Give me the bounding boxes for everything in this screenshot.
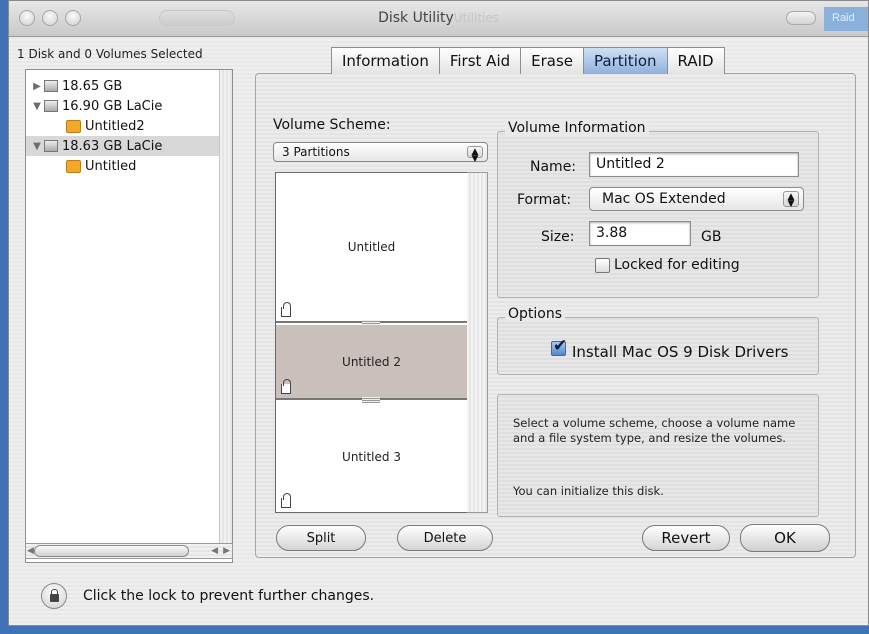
partition-lock-icon[interactable] [281, 302, 291, 317]
disk-row[interactable]: ▼ 16.90 GB LaCie [32, 96, 162, 116]
size-label: Size: [541, 229, 575, 245]
volume-scheme-popup[interactable]: 3 Partitions ▲ ▼ [273, 142, 488, 164]
volume-icon [66, 119, 81, 133]
lock-icon[interactable] [41, 583, 67, 609]
volume-scheme-value: 3 Partitions [282, 145, 350, 159]
window-title: Disk UtilityUtilities [378, 10, 499, 26]
hard-disk-icon [44, 140, 58, 152]
tab-partition[interactable]: Partition [583, 47, 668, 74]
volume-information-title: Volume Information [505, 120, 649, 136]
disk-row-selected[interactable]: ▼ 18.63 GB LaCie [26, 136, 221, 156]
disclosure-down-icon[interactable]: ▼ [32, 141, 42, 152]
help-status-text: You can initialize this disk. [513, 484, 664, 498]
install-drivers-label: Install Mac OS 9 Disk Drivers [572, 343, 789, 361]
disk-label: 18.63 GB LaCie [62, 138, 163, 154]
partition-lock-icon[interactable] [281, 379, 291, 394]
locked-for-editing-label: Locked for editing [614, 257, 740, 273]
tab-raid[interactable]: RAID [666, 47, 725, 74]
tab-information[interactable]: Information [331, 47, 440, 74]
tab-bar: Information First Aid Erase Partition RA… [331, 47, 725, 74]
volume-scheme-label: Volume Scheme: [273, 117, 391, 133]
partition-block[interactable]: Untitled 3 [276, 402, 467, 512]
partition-name: Untitled 3 [342, 450, 401, 464]
volume-row[interactable]: Untitled2 [66, 116, 145, 136]
tab-erase[interactable]: Erase [520, 47, 585, 74]
title-bar[interactable]: Disk UtilityUtilities Raid [9, 1, 868, 37]
size-field[interactable]: 3.88 [589, 221, 691, 246]
scroll-left-arrow-icon[interactable]: ◀ [211, 545, 218, 556]
scroll-thumb[interactable] [34, 545, 189, 557]
partition-name: Untitled [347, 240, 396, 254]
selection-summary: 1 Disk and 0 Volumes Selected [17, 47, 203, 61]
help-text: Select a volume scheme, choose a volume … [513, 416, 796, 445]
volume-icon [66, 159, 81, 173]
locked-for-editing-checkbox[interactable] [595, 258, 610, 273]
partition-map-scrollbar[interactable] [467, 172, 488, 513]
size-unit-label: GB [701, 229, 722, 245]
hard-disk-icon [44, 80, 58, 92]
format-label: Format: [517, 192, 572, 208]
delete-button[interactable]: Delete [397, 525, 493, 551]
scroll-left-arrow-icon[interactable]: ◀ [27, 545, 34, 556]
background-raid-label: Raid [824, 7, 868, 31]
tab-first-aid[interactable]: First Aid [438, 47, 522, 74]
partition-lock-icon[interactable] [281, 493, 291, 508]
disclosure-right-icon[interactable]: ▶ [32, 81, 42, 92]
source-list-vertical-scrollbar[interactable] [219, 70, 232, 546]
ok-button[interactable]: OK [740, 524, 830, 552]
partition-map[interactable]: Untitled Untitled 2 Untitled 3 [275, 172, 468, 513]
popup-arrows-icon: ▲ ▼ [467, 146, 483, 164]
volume-label: Untitled2 [85, 118, 145, 134]
partition-block[interactable]: Untitled [276, 173, 467, 326]
format-popup[interactable]: Mac OS Extended ▲ ▼ [589, 187, 804, 211]
partition-block-selected[interactable]: Untitled 2 [276, 325, 467, 403]
install-drivers-checkbox[interactable] [551, 336, 567, 356]
name-label: Name: [530, 159, 577, 175]
toolbar-toggle-button[interactable] [786, 11, 816, 25]
split-button[interactable]: Split [276, 525, 366, 551]
scroll-right-arrow-icon[interactable]: ▶ [223, 545, 230, 556]
volume-row[interactable]: Untitled [66, 156, 136, 176]
partition-name: Untitled 2 [342, 354, 401, 369]
hard-disk-icon [44, 100, 58, 112]
lock-message: Click the lock to prevent further change… [83, 588, 375, 604]
volume-label: Untitled [85, 158, 137, 174]
disclosure-down-icon[interactable]: ▼ [32, 101, 42, 112]
popup-arrows-icon: ▲ ▼ [783, 191, 799, 209]
format-value: Mac OS Extended [602, 191, 726, 207]
disk-utility-window: Disk UtilityUtilities Raid 1 Disk and 0 … [8, 0, 869, 626]
disk-row[interactable]: ▶ 18.65 GB [32, 76, 122, 96]
disk-label: 16.90 GB LaCie [62, 98, 163, 114]
disk-source-list[interactable]: ▶ 18.65 GB ▼ 16.90 GB LaCie Untitled2 ▼ … [25, 69, 233, 563]
revert-button[interactable]: Revert [642, 525, 730, 551]
source-list-horizontal-scrollbar[interactable]: ◀ ◀ ▶ [25, 543, 233, 559]
options-title: Options [505, 306, 566, 322]
disk-label: 18.65 GB [62, 78, 123, 94]
volume-name-field[interactable]: Untitled 2 [589, 152, 799, 177]
